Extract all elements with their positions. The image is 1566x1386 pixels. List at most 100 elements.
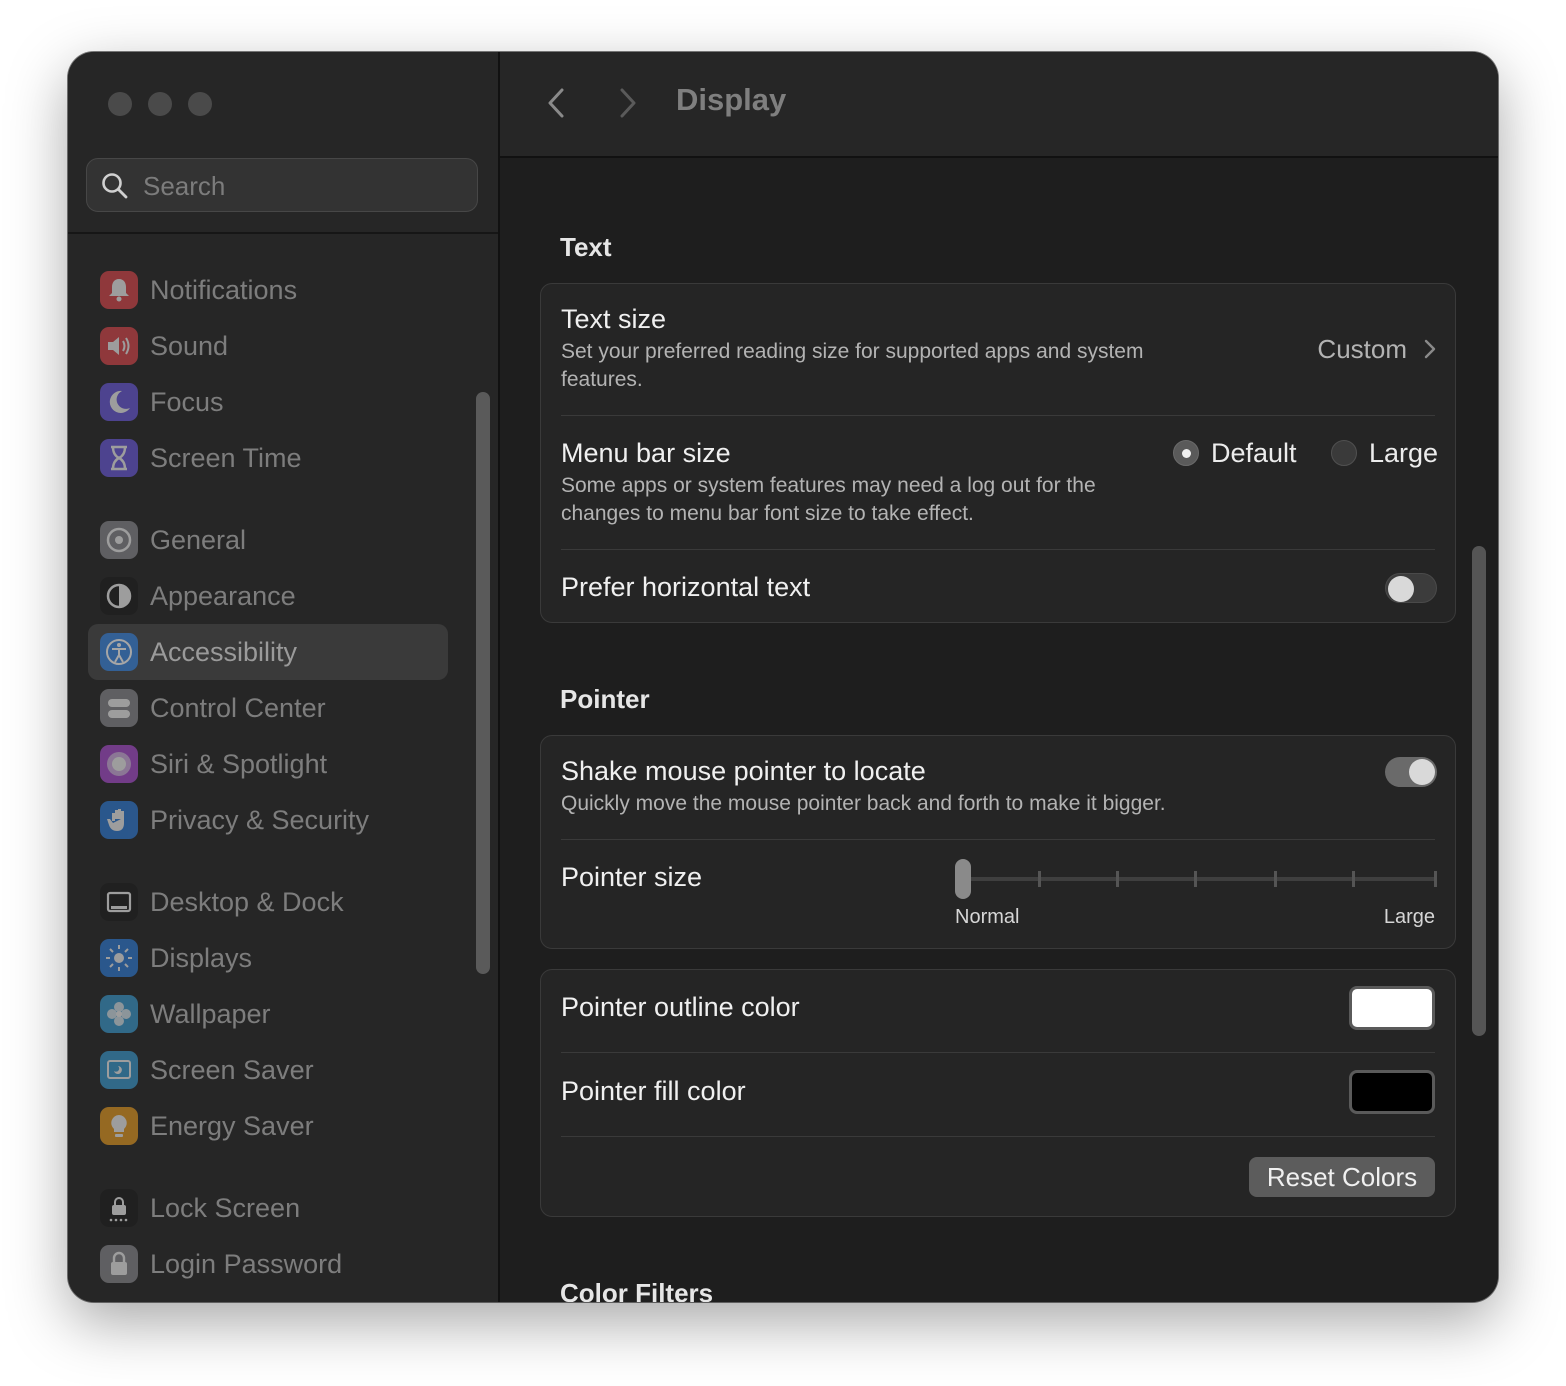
sidebar-item-screen-saver[interactable]: Screen Saver bbox=[88, 1042, 448, 1098]
sidebar-item-wallpaper[interactable]: Wallpaper bbox=[88, 986, 448, 1042]
pointer-size-title: Pointer size bbox=[561, 862, 703, 892]
sidebar-item-label: Wallpaper bbox=[150, 998, 271, 1029]
text-size-title: Text size bbox=[561, 304, 667, 334]
sidebar-group: Notifications Sound Focus Screen Time bbox=[88, 262, 448, 486]
text-size-description: Set your preferred reading size for supp… bbox=[561, 340, 1144, 391]
sidebar-item-sound[interactable]: Sound bbox=[88, 318, 448, 374]
sidebar-item-label: Notifications bbox=[150, 274, 298, 305]
sidebar-item-desktop-dock[interactable]: Desktop & Dock bbox=[88, 874, 448, 930]
toggle-knob bbox=[1409, 759, 1435, 785]
section-title-text: Text bbox=[560, 232, 612, 262]
content-scrollbar[interactable] bbox=[1472, 546, 1486, 1036]
pointer-color-card: Pointer outline color Pointer fill color… bbox=[540, 969, 1456, 1217]
zoom-button[interactable] bbox=[188, 92, 212, 116]
sidebar-divider bbox=[68, 232, 498, 234]
sidebar-item-general[interactable]: General bbox=[88, 512, 448, 568]
sidebar-item-label: Control Center bbox=[150, 692, 326, 723]
appearance-icon bbox=[100, 577, 138, 615]
sidebar-scrollbar[interactable] bbox=[476, 392, 490, 974]
bell-icon bbox=[100, 271, 138, 309]
section-title-color-filters: Color Filters bbox=[560, 1278, 714, 1302]
sidebar: Notifications Sound Focus Screen Time Genera… bbox=[68, 52, 500, 1302]
sidebar-item-label: Focus bbox=[150, 386, 224, 417]
slider-tick bbox=[1116, 871, 1119, 887]
sidebar-item-privacy-security[interactable]: Privacy & Security bbox=[88, 792, 448, 848]
sidebar-item-focus[interactable]: Focus bbox=[88, 374, 448, 430]
shake-to-locate-title: Shake mouse pointer to locate bbox=[561, 756, 926, 786]
outline-color-title: Pointer outline color bbox=[561, 992, 800, 1022]
bulb-icon bbox=[100, 1107, 138, 1145]
reset-colors-button[interactable]: Reset Colors bbox=[1249, 1157, 1435, 1197]
sidebar-item-energy-saver[interactable]: Energy Saver bbox=[88, 1098, 448, 1154]
sidebar-item-appearance[interactable]: Appearance bbox=[88, 568, 448, 624]
slider-max-label: Large bbox=[1383, 906, 1435, 928]
slider-tick bbox=[1352, 871, 1355, 887]
sidebar-item-siri-spotlight[interactable]: Siri & Spotlight bbox=[88, 736, 448, 792]
sidebar-item-control-center[interactable]: Control Center bbox=[88, 680, 448, 736]
toolbar: Display bbox=[500, 52, 1498, 158]
radio-large[interactable] bbox=[1331, 440, 1357, 466]
shake-to-locate-toggle[interactable] bbox=[1385, 757, 1437, 787]
shake-to-locate-description: Quickly move the mouse pointer back and … bbox=[561, 792, 1166, 815]
lock-screen-icon bbox=[100, 1189, 138, 1227]
toggle-knob bbox=[1388, 576, 1414, 602]
sidebar-item-login-password[interactable]: Login Password bbox=[88, 1236, 448, 1292]
close-button[interactable] bbox=[108, 92, 132, 116]
window-controls bbox=[108, 92, 212, 116]
padlock-icon bbox=[100, 1245, 138, 1283]
sidebar-item-label: Screen Time bbox=[150, 442, 302, 473]
search-input[interactable] bbox=[141, 167, 465, 205]
radio-large-label[interactable]: Large bbox=[1369, 438, 1438, 469]
slider-thumb[interactable] bbox=[955, 859, 971, 899]
screen-saver-icon bbox=[100, 1051, 138, 1089]
radio-default-label[interactable]: Default bbox=[1211, 438, 1297, 469]
sidebar-group: Desktop & Dock Displays Wallpaper Screen Sa… bbox=[88, 874, 448, 1154]
moon-icon bbox=[100, 383, 138, 421]
section-title-pointer: Pointer bbox=[560, 684, 650, 714]
siri-icon bbox=[100, 745, 138, 783]
sidebar-item-notifications[interactable]: Notifications bbox=[88, 262, 448, 318]
fill-color-well[interactable] bbox=[1349, 1070, 1435, 1114]
sidebar-item-label: Energy Saver bbox=[150, 1110, 314, 1141]
minimize-button[interactable] bbox=[148, 92, 172, 116]
search-field[interactable] bbox=[86, 158, 478, 212]
sidebar-item-screen-time[interactable]: Screen Time bbox=[88, 430, 448, 486]
sidebar-item-label: Accessibility bbox=[150, 636, 298, 667]
sidebar-item-label: Siri & Spotlight bbox=[150, 748, 328, 779]
radio-default[interactable] bbox=[1173, 440, 1199, 466]
row-divider bbox=[561, 1136, 1435, 1137]
sidebar-item-label: Desktop & Dock bbox=[150, 886, 344, 917]
prefer-horizontal-text-title: Prefer horizontal text bbox=[561, 572, 811, 602]
system-settings-window: Notifications Sound Focus Screen Time Genera… bbox=[68, 52, 1498, 1302]
slider-tick bbox=[1194, 871, 1197, 887]
sidebar-group: Lock Screen Login Password bbox=[88, 1180, 448, 1292]
slider-tick bbox=[1038, 871, 1041, 887]
sidebar-item-lock-screen[interactable]: Lock Screen bbox=[88, 1180, 448, 1236]
page-title: Display bbox=[676, 82, 787, 117]
chevron-right-icon[interactable] bbox=[1423, 338, 1437, 360]
main-pane: Display Text Text size Set your preferre… bbox=[500, 52, 1498, 1302]
sidebar-item-label: Appearance bbox=[150, 580, 296, 611]
sidebar-group: General Appearance Accessibility Control Ce… bbox=[88, 512, 448, 848]
text-settings-card: Text size Set your preferred reading siz… bbox=[540, 283, 1456, 623]
back-chevron-icon[interactable] bbox=[542, 86, 572, 120]
accessibility-icon bbox=[100, 633, 138, 671]
fill-color-title: Pointer fill color bbox=[561, 1076, 746, 1106]
prefer-horizontal-text-toggle[interactable] bbox=[1385, 573, 1437, 603]
row-divider bbox=[561, 415, 1435, 416]
forward-chevron-icon[interactable] bbox=[612, 86, 642, 120]
gear-icon bbox=[100, 521, 138, 559]
flower-icon bbox=[100, 995, 138, 1033]
slider-min-label: Normal bbox=[955, 906, 1020, 928]
text-size-value[interactable]: Custom bbox=[1317, 334, 1407, 365]
sidebar-item-label: Login Password bbox=[150, 1248, 343, 1279]
sidebar-item-label: Lock Screen bbox=[150, 1192, 301, 1223]
menu-bar-size-title: Menu bar size bbox=[561, 438, 731, 468]
sidebar-item-accessibility[interactable]: Accessibility bbox=[88, 624, 448, 680]
sidebar-item-label: Displays bbox=[150, 942, 253, 973]
slider-tick bbox=[1434, 871, 1437, 887]
sidebar-list: Notifications Sound Focus Screen Time Genera… bbox=[88, 262, 448, 1302]
outline-color-well[interactable] bbox=[1349, 986, 1435, 1030]
slider-track[interactable] bbox=[963, 877, 1437, 881]
sidebar-item-displays[interactable]: Displays bbox=[88, 930, 448, 986]
